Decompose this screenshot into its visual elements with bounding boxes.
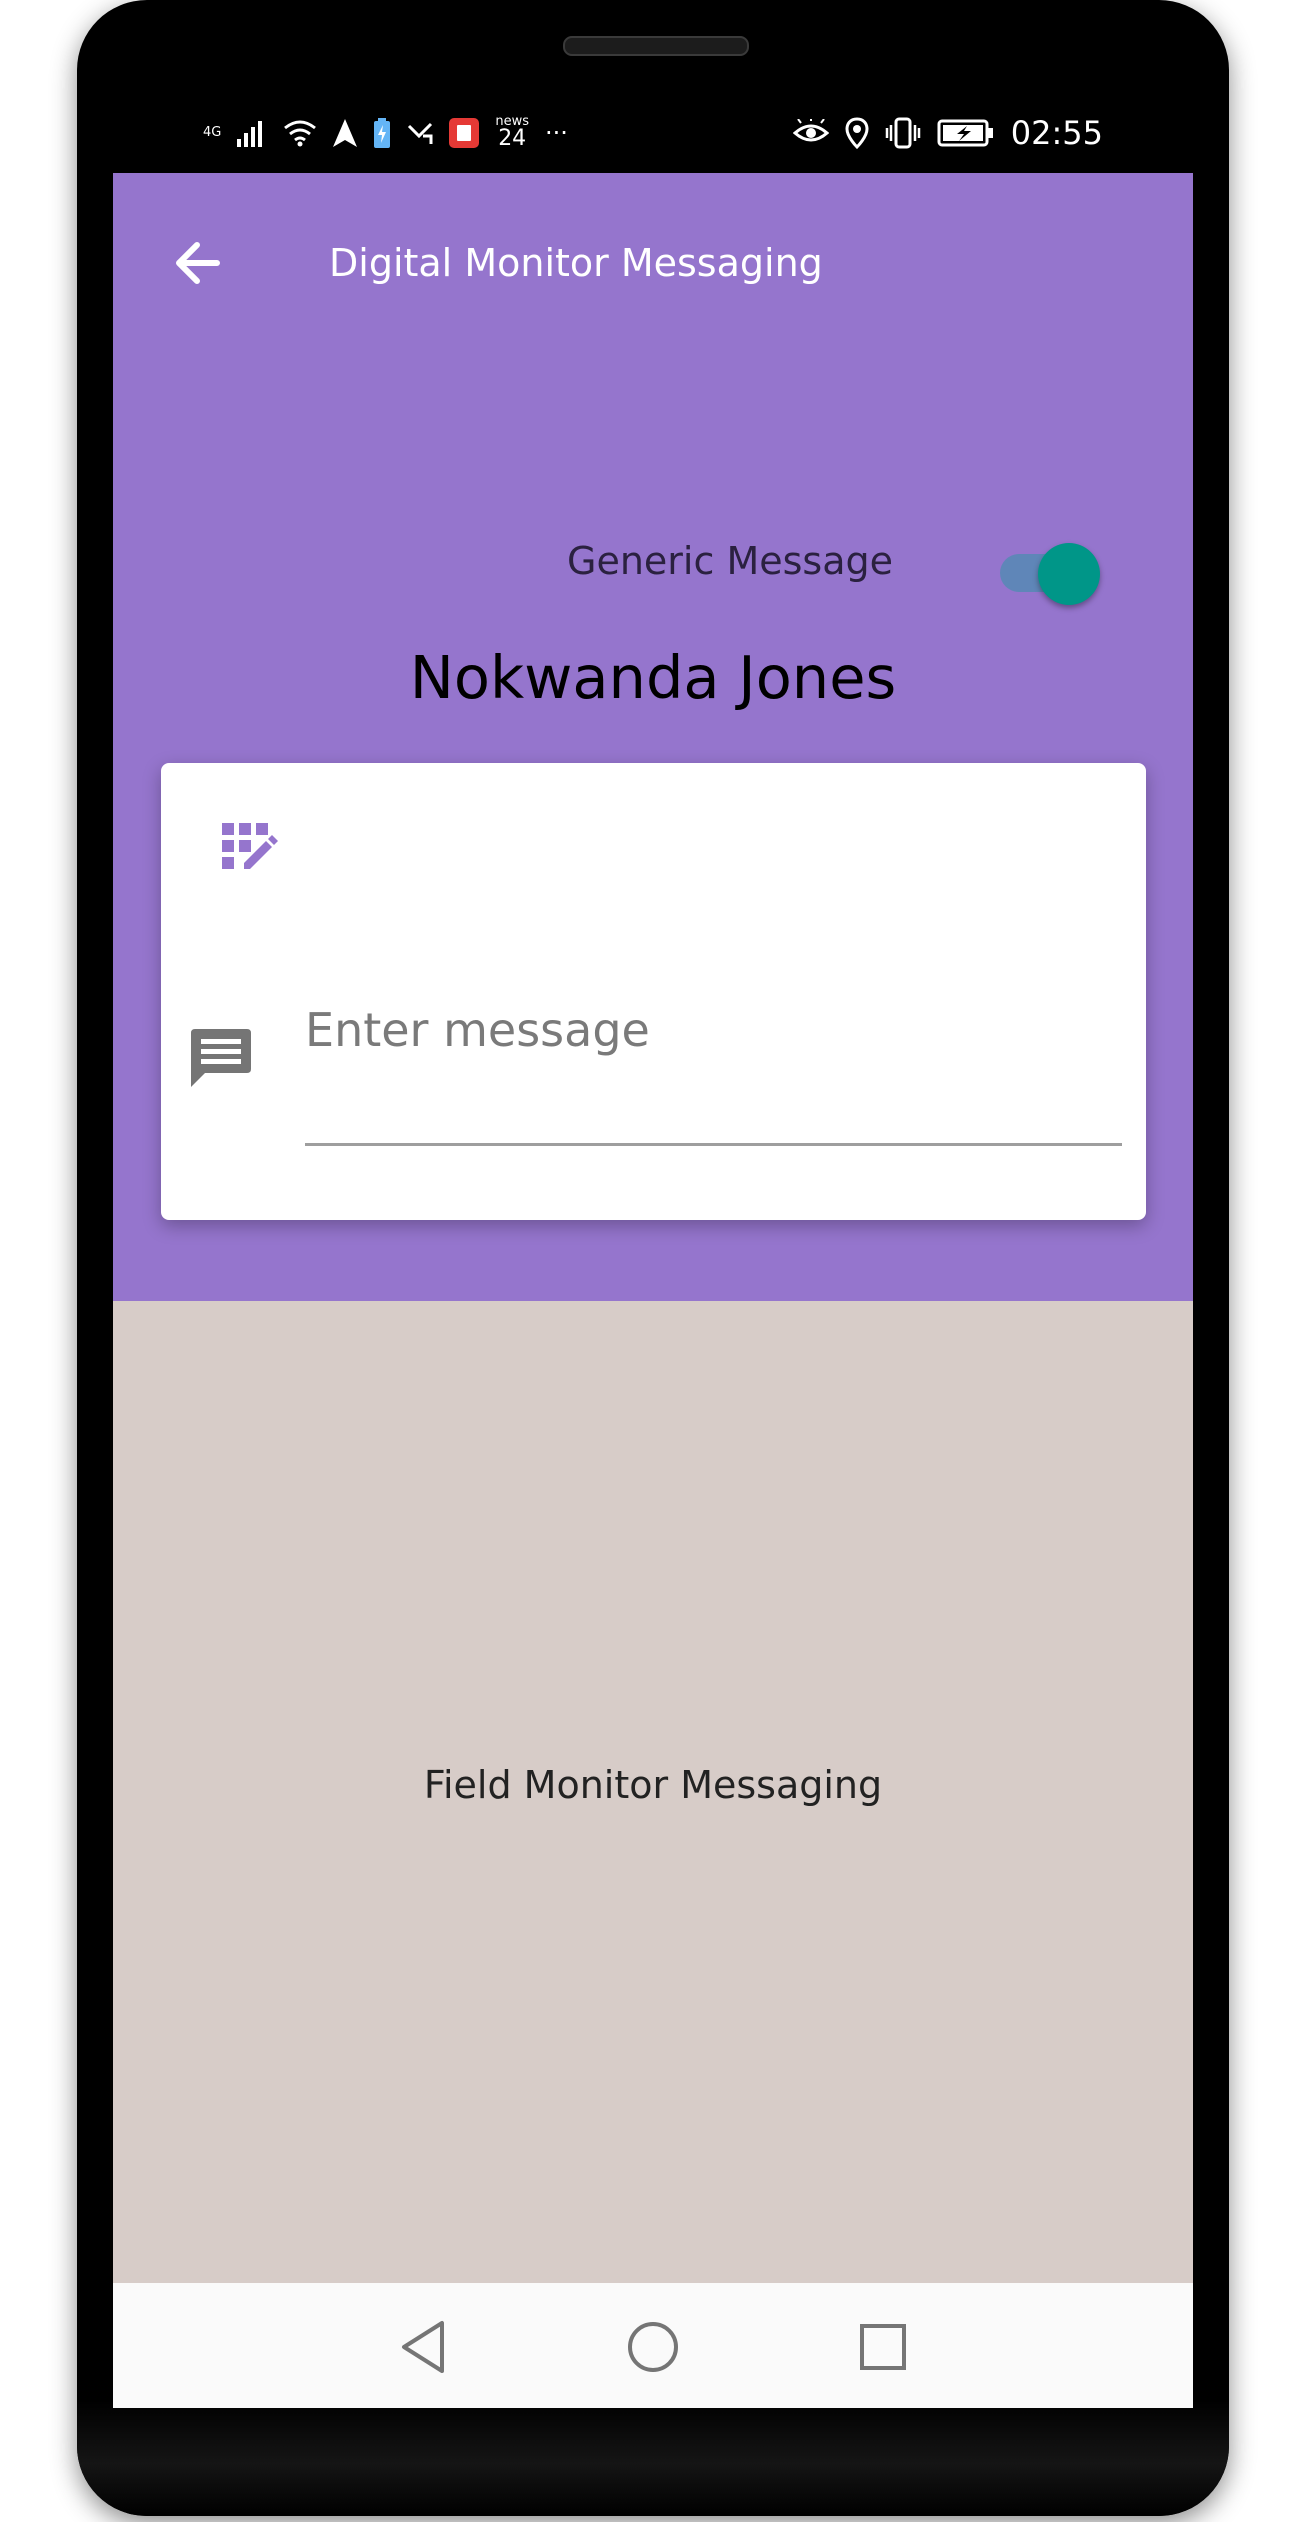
recipient-name: Nokwanda Jones <box>409 643 897 712</box>
cell-signal-icon <box>237 121 263 147</box>
circle-home-icon <box>628 2322 678 2372</box>
compose-card <box>161 763 1146 1220</box>
nav-recents-button[interactable] <box>853 2317 913 2377</box>
red-app-notification-icon <box>449 118 480 148</box>
more-notifications: ··· <box>545 119 568 147</box>
status-left-icons: 4G news 24 ··· <box>203 115 568 151</box>
field-monitor-messaging-label: Field Monitor Messaging <box>423 1763 883 1807</box>
status-time: 02:55 <box>1010 114 1103 152</box>
system-nav-bar <box>113 2283 1193 2408</box>
battery-charging-icon <box>937 119 993 147</box>
header-panel: Digital Monitor Messaging Generic Messag… <box>113 173 1193 1301</box>
back-button[interactable] <box>169 233 229 293</box>
generic-message-toggle[interactable] <box>996 543 1106 605</box>
status-bar: 4G news 24 ··· 02:55 <box>113 108 1193 170</box>
nav-back-button[interactable] <box>396 2317 456 2377</box>
news-count: 24 <box>498 126 527 151</box>
nav-home-button[interactable] <box>623 2317 683 2377</box>
missed-call-icon <box>408 122 433 144</box>
status-right-icons: 02:55 <box>792 114 1103 152</box>
arrow-left-icon <box>176 242 220 284</box>
eye-comfort-icon <box>792 119 829 142</box>
message-input-underline <box>305 1143 1122 1146</box>
battery-saver-icon <box>374 118 391 148</box>
app-screen: Digital Monitor Messaging Generic Messag… <box>113 173 1193 2408</box>
grid-edit-icon <box>222 823 278 869</box>
location-pin-icon <box>845 117 869 149</box>
message-icon <box>191 1029 251 1087</box>
navigation-arrow-icon <box>333 119 358 147</box>
template-picker-button[interactable] <box>222 823 278 879</box>
news-notification: news 24 <box>495 115 529 151</box>
wifi-icon <box>284 120 317 147</box>
phone-bottom-edge <box>77 2400 1229 2516</box>
network-type-label: 4G <box>203 125 222 140</box>
generic-message-label: Generic Message <box>567 539 893 583</box>
app-title: Digital Monitor Messaging <box>329 241 823 285</box>
square-recents-icon <box>860 2324 906 2370</box>
message-input[interactable] <box>305 985 1122 1075</box>
speaker-grille <box>563 36 749 56</box>
vibrate-icon <box>885 117 921 149</box>
toggle-thumb <box>1038 543 1100 605</box>
triangle-back-icon <box>402 2321 444 2373</box>
